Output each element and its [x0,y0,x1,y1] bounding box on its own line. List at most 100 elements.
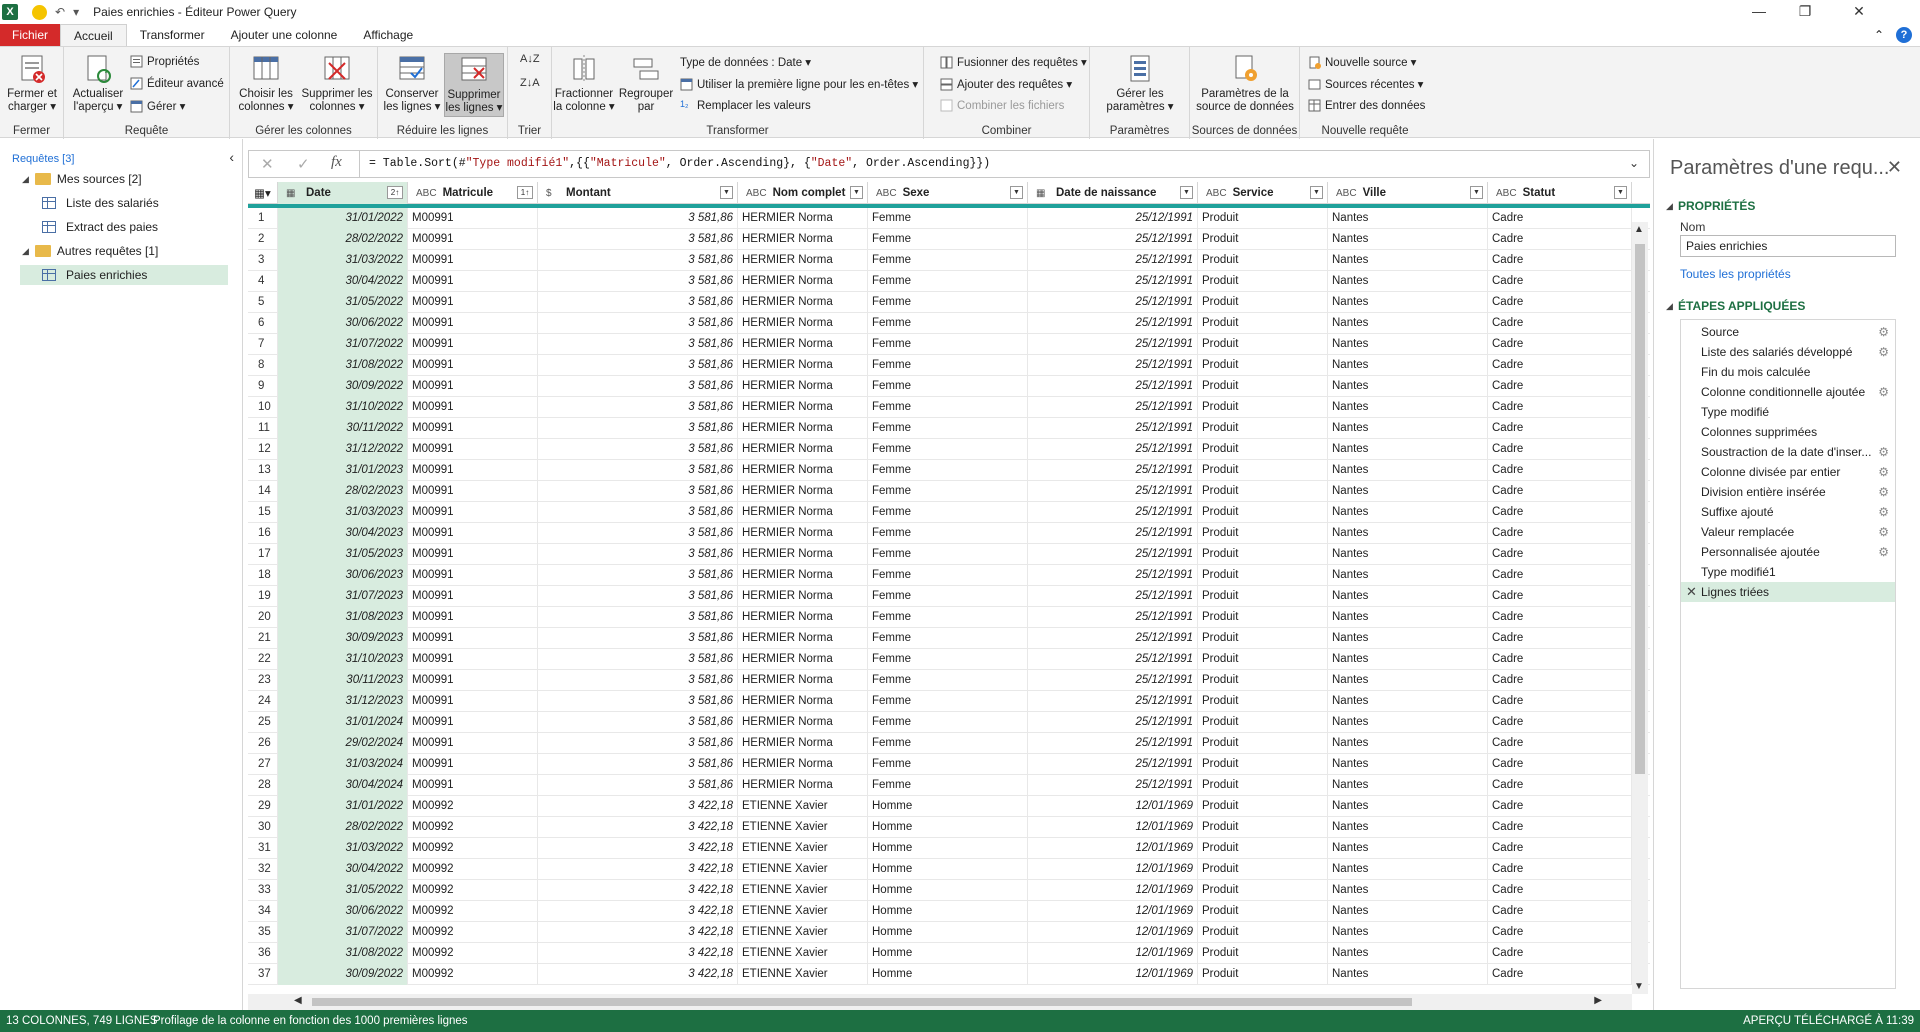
fusionner-requetes-button[interactable]: Fusionner des requêtes ▾ [940,55,1087,69]
nouvelle-source-button[interactable]: Nouvelle source ▾ [1308,55,1416,69]
step-settings-gear-icon[interactable]: ⚙ [1878,522,1889,542]
table-cell[interactable]: Nantes [1328,607,1488,628]
table-cell[interactable]: HERMIER Norma [738,607,868,628]
caret-down-icon[interactable]: ◢ [22,241,29,261]
table-cell[interactable]: 29/02/2024 [278,733,408,754]
table-cell[interactable]: 12/01/1969 [1028,964,1198,985]
table-cell[interactable]: Nantes [1328,502,1488,523]
table-cell[interactable]: 25/12/1991 [1028,313,1198,334]
table-cell[interactable]: Nantes [1328,838,1488,859]
table-cell[interactable]: Cadre [1488,355,1632,376]
table-cell[interactable]: Cadre [1488,733,1632,754]
table-cell[interactable]: Produit [1198,775,1328,796]
table-cell[interactable]: M00991 [408,271,538,292]
row-number[interactable]: 23 [248,670,278,691]
table-cell[interactable]: Produit [1198,439,1328,460]
table-cell[interactable]: HERMIER Norma [738,544,868,565]
table-cell[interactable]: Homme [868,817,1028,838]
table-cell[interactable]: ETIENNE Xavier [738,796,868,817]
table-row[interactable]: 31 31/03/2022 M00992 3 422,18 ETIENNE Xavier… [248,838,1650,859]
row-number[interactable]: 19 [248,586,278,607]
query-extract-paies[interactable]: Extract des paies [42,217,228,237]
vertical-scroll-thumb[interactable] [1635,244,1645,774]
table-cell[interactable]: Femme [868,523,1028,544]
table-cell[interactable]: Produit [1198,880,1328,901]
table-cell[interactable]: 25/12/1991 [1028,460,1198,481]
table-cell[interactable]: 31/08/2022 [278,943,408,964]
query-name-input[interactable]: Paies enrichies [1680,235,1896,257]
column-type-icon[interactable]: ABC [1496,188,1517,199]
table-cell[interactable]: Produit [1198,481,1328,502]
table-cell[interactable]: 3 581,86 [538,754,738,775]
step-settings-gear-icon[interactable]: ⚙ [1878,342,1889,362]
table-cell[interactable]: M00991 [408,649,538,670]
table-cell[interactable]: 3 581,86 [538,733,738,754]
table-cell[interactable]: M00991 [408,733,538,754]
table-cell[interactable]: M00991 [408,502,538,523]
table-cell[interactable]: Cadre [1488,544,1632,565]
fermer-charger-button[interactable]: Fermer et charger ▾ [4,53,60,114]
table-cell[interactable]: Cadre [1488,586,1632,607]
table-cell[interactable]: 3 422,18 [538,838,738,859]
folder-autres-requetes[interactable]: ◢ Autres requêtes [1] [22,241,222,261]
gerer-button[interactable]: Gérer ▾ [130,99,185,113]
table-cell[interactable]: Nantes [1328,376,1488,397]
table-cell[interactable]: Nantes [1328,229,1488,250]
tab-fichier[interactable]: Fichier [0,24,61,46]
table-cell[interactable]: 3 581,86 [538,313,738,334]
table-cell[interactable]: 3 581,86 [538,523,738,544]
table-cell[interactable]: Homme [868,964,1028,985]
table-cell[interactable]: Produit [1198,964,1328,985]
table-cell[interactable]: Nantes [1328,943,1488,964]
table-cell[interactable]: 3 581,86 [538,439,738,460]
conserver-lignes-button[interactable]: Conserver les lignes ▾ [382,53,442,114]
table-cell[interactable]: 25/12/1991 [1028,292,1198,313]
table-row[interactable]: 21 30/09/2023 M00991 3 581,86 HERMIER Norma F… [248,628,1650,649]
column-type-icon[interactable]: ABC [746,188,767,199]
applied-step[interactable]: Type modifié1 [1681,562,1895,582]
collapse-ribbon-icon[interactable]: ⌃ [1874,28,1884,42]
table-cell[interactable]: Nantes [1328,712,1488,733]
table-cell[interactable]: 25/12/1991 [1028,439,1198,460]
step-settings-gear-icon[interactable]: ⚙ [1878,322,1889,342]
table-cell[interactable]: 3 581,86 [538,418,738,439]
table-cell[interactable]: Cadre [1488,313,1632,334]
row-number[interactable]: 14 [248,481,278,502]
row-number[interactable]: 28 [248,775,278,796]
table-cell[interactable]: 28/02/2023 [278,481,408,502]
fractionner-colonne-button[interactable]: Fractionner la colonne ▾ [552,53,616,114]
column-header-sexe[interactable]: ABC Sexe ▼ [868,182,1028,204]
table-cell[interactable]: Nantes [1328,523,1488,544]
table-cell[interactable]: Cadre [1488,208,1632,229]
supprimer-lignes-button[interactable]: Supprimer les lignes ▾ [444,53,504,117]
row-number[interactable]: 11 [248,418,278,439]
scroll-up-icon[interactable]: ▲ [1634,224,1644,235]
sort-descending-icon[interactable]: Z↓A [520,77,540,89]
table-cell[interactable]: 25/12/1991 [1028,712,1198,733]
table-cell[interactable]: Produit [1198,250,1328,271]
row-number[interactable]: 12 [248,439,278,460]
table-cell[interactable]: Produit [1198,922,1328,943]
table-cell[interactable]: Homme [868,838,1028,859]
row-number[interactable]: 22 [248,649,278,670]
sort-filter-icon[interactable]: 2↑ [387,186,403,199]
column-type-icon[interactable]: ▦ [1036,188,1050,199]
table-cell[interactable]: 12/01/1969 [1028,880,1198,901]
table-cell[interactable]: Femme [868,649,1028,670]
table-cell[interactable]: 31/05/2023 [278,544,408,565]
row-number[interactable]: 18 [248,565,278,586]
table-cell[interactable]: Cadre [1488,523,1632,544]
table-cell[interactable]: Produit [1198,859,1328,880]
table-cell[interactable]: 3 422,18 [538,859,738,880]
table-row[interactable]: 32 30/04/2022 M00992 3 422,18 ETIENNE Xavier… [248,859,1650,880]
table-cell[interactable]: Produit [1198,565,1328,586]
table-cell[interactable]: M00991 [408,439,538,460]
table-cell[interactable]: Homme [868,901,1028,922]
column-header-date-de-naissance[interactable]: ▦ Date de naissance ▼ [1028,182,1198,204]
table-cell[interactable]: HERMIER Norma [738,733,868,754]
table-cell[interactable]: Cadre [1488,775,1632,796]
table-cell[interactable]: M00991 [408,544,538,565]
table-cell[interactable]: Cadre [1488,334,1632,355]
table-cell[interactable]: M00992 [408,817,538,838]
table-cell[interactable]: M00991 [408,670,538,691]
